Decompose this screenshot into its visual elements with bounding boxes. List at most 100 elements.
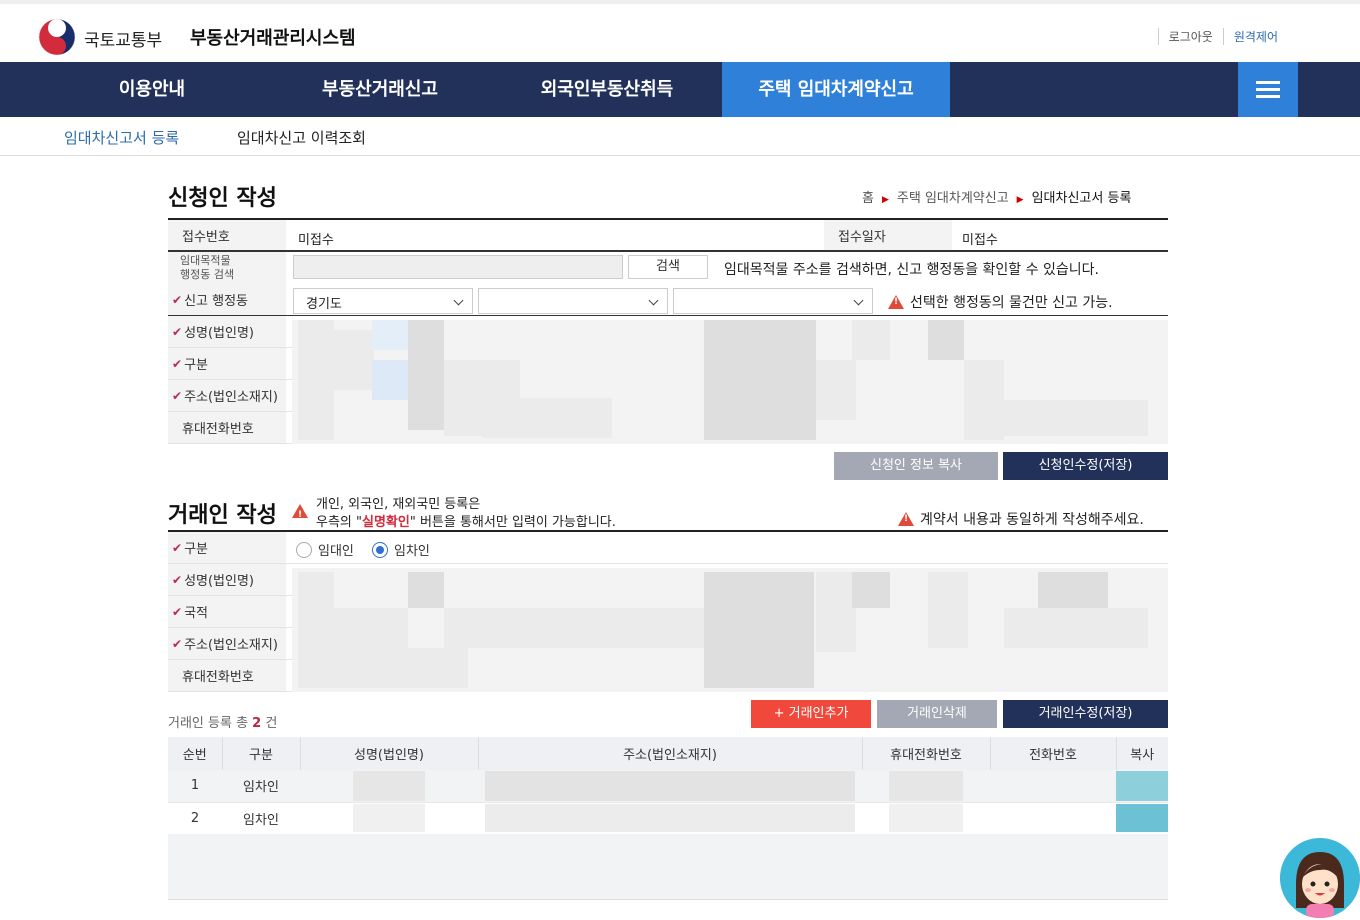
party-notice-line1: 개인, 외국인, 재외국민 등록은: [316, 497, 481, 512]
party-table: 순번 구분 성명(법인명) 주소(법인소재지) 휴대전화번호 전화번호 복사 1…: [168, 737, 1168, 835]
row-name-redacted: [300, 770, 478, 803]
hamburger-menu-button[interactable]: [1238, 62, 1298, 117]
breadcrumb-arrow-icon: ▶: [1016, 195, 1024, 205]
party-name-label-text: 성명(법인명): [184, 574, 255, 589]
party-section-title: 거래인 작성: [168, 503, 277, 528]
district-search-notice: 임대목적물 주소를 검색하면, 신고 행정동을 확인할 수 있습니다.: [724, 262, 1099, 278]
row-mobile-redacted: [862, 802, 990, 835]
row-type: 임차인: [222, 770, 300, 803]
breadcrumb-current: 임대차신고서 등록: [1031, 191, 1132, 206]
government-logo-icon: [38, 18, 76, 56]
breadcrumb-lease[interactable]: 주택 임대차계약신고: [897, 191, 1009, 206]
district-search-input[interactable]: [293, 255, 623, 279]
receipt-date-value: 미접수: [962, 233, 998, 248]
required-check-icon: ✔: [172, 636, 183, 651]
district-notice-text: 선택한 행정동의 물건만 신고 가능.: [910, 295, 1113, 311]
required-check-icon: ✔: [172, 356, 183, 371]
ministry-name: 국토교통부: [84, 31, 163, 51]
chatbot-avatar[interactable]: [1280, 838, 1360, 918]
applicant-type-label-text: 구분: [184, 358, 208, 373]
row-address-redacted: [478, 770, 862, 803]
chatbot-character-icon: [1280, 838, 1360, 918]
party-address-label-text: 주소(법인소재지): [184, 638, 278, 653]
party-nationality-label-text: 국적: [184, 606, 208, 621]
save-applicant-button[interactable]: 신청인수정(저장): [1003, 452, 1168, 480]
receipt-date-label: 접수일자: [824, 220, 952, 250]
party-type-label-text: 구분: [184, 542, 208, 557]
party-name-label: ✔ 성명(법인명): [168, 564, 286, 595]
nav-guide[interactable]: 이용안내: [92, 62, 212, 117]
required-check-icon: ✔: [172, 540, 183, 555]
row-mobile-redacted: [862, 770, 990, 803]
required-check-icon: ✔: [172, 604, 183, 619]
row-copy-button[interactable]: [1116, 802, 1168, 835]
tab-lease-register[interactable]: 임대차신고서 등록: [64, 127, 179, 148]
table-empty-area: [168, 834, 1168, 900]
nav-lease-report[interactable]: 주택 임대차계약신고: [722, 62, 950, 117]
breadcrumb-home[interactable]: 홈: [862, 191, 874, 206]
tab-lease-history[interactable]: 임대차신고 이력조회: [237, 127, 366, 148]
applicant-name-label: ✔ 성명(법인명): [168, 316, 286, 347]
remote-control-link[interactable]: 원격제어: [1222, 28, 1288, 45]
warning-icon: [898, 512, 914, 526]
breadcrumb: 홈 ▶ 주택 임대차계약신고 ▶ 임대차신고서 등록: [862, 187, 1131, 206]
receipt-row: 접수번호 미접수 접수일자 미접수: [168, 220, 1168, 252]
table-row[interactable]: 2 임차인: [168, 802, 1168, 835]
applicant-form: 접수번호 미접수 접수일자 미접수 임대목적물 행정동 검색 검색 임대목적물 …: [168, 218, 1168, 444]
required-check-icon: ✔: [172, 292, 183, 307]
nav-real-estate-report[interactable]: 부동산거래신고: [290, 62, 470, 117]
sub-nav: 임대차신고서 등록 임대차신고 이력조회: [0, 117, 1360, 156]
party-count: 거래인 등록 총 2 건: [168, 712, 277, 731]
applicant-phone-label: 휴대전화번호: [168, 412, 286, 443]
district-label: ✔ 신고 행정동: [168, 284, 286, 315]
col-copy: 복사: [1115, 737, 1168, 770]
nav-foreigner-acquisition[interactable]: 외국인부동산취득: [512, 62, 702, 117]
delete-party-button[interactable]: 거래인삭제: [877, 700, 997, 728]
radio-lessor[interactable]: 임대인: [296, 540, 354, 559]
party-type-row: ✔ 구분 임대인 임차인: [168, 532, 1168, 564]
party-nationality-label: ✔ 국적: [168, 596, 286, 627]
col-address: 주소(법인소재지): [477, 737, 862, 770]
row-no: 2: [168, 802, 222, 835]
applicant-type-label: ✔ 구분: [168, 348, 286, 379]
system-title[interactable]: 부동산거래관리시스템: [190, 24, 356, 50]
party-address-label: ✔ 주소(법인소재지): [168, 628, 286, 659]
radio-lessor-label: 임대인: [318, 544, 354, 559]
province-select[interactable]: 경기도: [293, 288, 473, 314]
table-row[interactable]: 1 임차인: [168, 770, 1168, 803]
table-header-row: 순번 구분 성명(법인명) 주소(법인소재지) 휴대전화번호 전화번호 복사: [168, 737, 1168, 770]
applicant-section-title: 신청인 작성: [168, 186, 277, 211]
district-search-button[interactable]: 검색: [628, 255, 708, 279]
radio-lessee[interactable]: 임차인: [372, 540, 430, 559]
city-select[interactable]: [478, 288, 668, 314]
col-type: 구분: [221, 737, 300, 770]
save-party-button[interactable]: 거래인수정(저장): [1003, 700, 1168, 728]
row-copy-button[interactable]: [1116, 770, 1168, 803]
radio-lessee-label: 임차인: [394, 544, 430, 559]
party-phone-label: 휴대전화번호: [168, 660, 286, 691]
receipt-no-label: 접수번호: [168, 220, 286, 250]
add-party-button[interactable]: + 거래인추가: [751, 700, 871, 728]
required-check-icon: ✔: [172, 324, 183, 339]
party-notice-pre: 우측의 ": [316, 515, 362, 530]
district-select[interactable]: [673, 288, 873, 314]
party-notice: 개인, 외국인, 재외국민 등록은 우측의 "실명확인" 버튼을 통해서만 입력…: [292, 496, 616, 532]
required-check-icon: ✔: [172, 388, 183, 403]
col-mobile: 휴대전화번호: [861, 737, 990, 770]
district-search-row: 임대목적물 행정동 검색 검색 임대목적물 주소를 검색하면, 신고 행정동을 …: [168, 252, 1168, 284]
breadcrumb-arrow-icon: ▶: [881, 195, 889, 205]
row-address-redacted: [478, 802, 862, 835]
menu-icon: [1256, 81, 1280, 84]
col-phone: 전화번호: [989, 737, 1116, 770]
party-notice-post: " 버튼을 통해서만 입력이 가능합니다.: [409, 515, 616, 530]
logout-link[interactable]: 로그아웃: [1157, 28, 1223, 45]
row-no: 1: [168, 770, 222, 803]
warning-icon: [888, 295, 904, 309]
copy-applicant-button[interactable]: 신청인 정보 복사: [834, 452, 998, 480]
row-name-redacted: [300, 802, 478, 835]
main-nav: 이용안내 부동산거래신고 외국인부동산취득 주택 임대차계약신고: [0, 62, 1360, 117]
warning-icon: [292, 504, 308, 524]
party-count-value: 2: [252, 716, 262, 731]
party-count-prefix: 거래인 등록 총: [168, 716, 249, 731]
applicant-address-label: ✔ 주소(법인소재지): [168, 380, 286, 411]
